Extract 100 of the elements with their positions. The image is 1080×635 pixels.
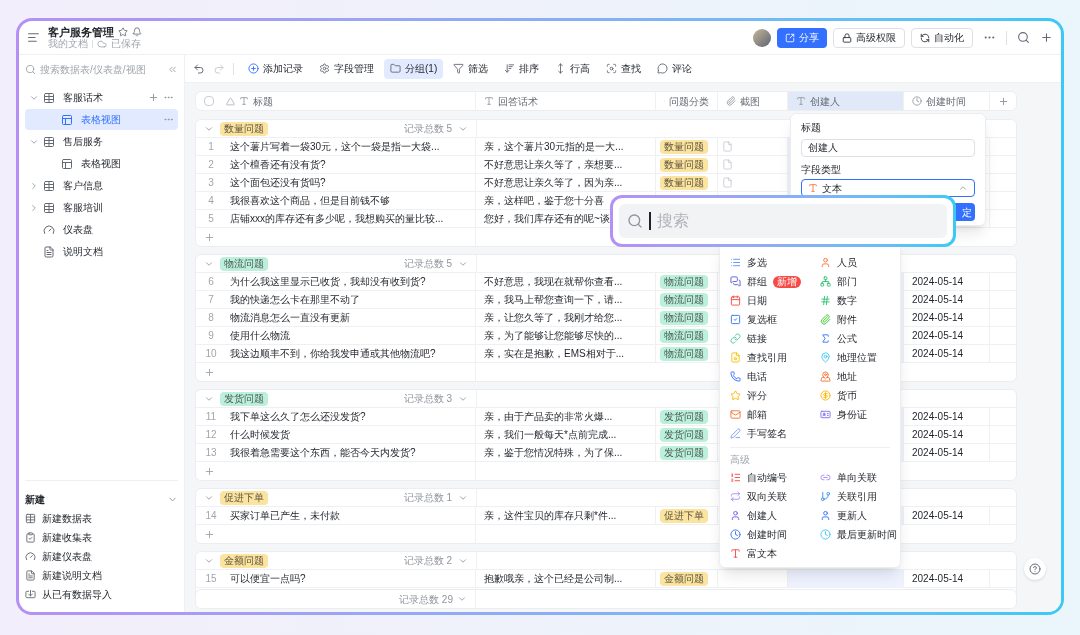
menu-item[interactable]: 地理位置 xyxy=(820,348,900,367)
toolbar-button[interactable]: 行高 xyxy=(549,58,597,79)
star-icon[interactable] xyxy=(118,26,128,37)
hash-icon xyxy=(820,295,831,306)
sidebar-item[interactable]: 从已有数据导入 xyxy=(42,587,112,602)
menu-icon[interactable] xyxy=(27,31,40,44)
menu-item[interactable]: 复选框 xyxy=(730,310,812,329)
title-input[interactable]: 创建人 xyxy=(801,139,975,157)
sidebar-item[interactable]: 客服话术 xyxy=(25,87,178,108)
redo-icon[interactable] xyxy=(213,62,225,75)
table-cell-text: 什么时候发货 xyxy=(229,428,290,442)
automation-button[interactable]: 自动化 xyxy=(911,27,973,48)
search-field[interactable]: 搜索 xyxy=(619,204,947,238)
sidebar-item[interactable]: 表格视图 xyxy=(25,153,178,174)
menu-item[interactable]: 单向关联 xyxy=(820,468,900,487)
category-tag: 数量问题 xyxy=(660,175,708,190)
menu-item[interactable]: 创建人 xyxy=(730,506,812,525)
menu-item[interactable]: 查找引用 xyxy=(730,348,812,367)
menu-item[interactable]: 货币 xyxy=(820,386,900,405)
triangle-icon xyxy=(226,96,235,106)
sidebar-item[interactable]: 说明文档 xyxy=(25,241,178,262)
column-header[interactable]: 回答话术 xyxy=(476,92,656,110)
add-row-icon[interactable] xyxy=(204,528,215,540)
column-header[interactable]: 创建人 xyxy=(788,92,904,110)
add-row-icon[interactable] xyxy=(204,366,215,378)
chevron-down-icon[interactable] xyxy=(457,594,467,604)
menu-item[interactable]: 关联引用 xyxy=(820,487,900,506)
menu-item[interactable]: 手写签名 xyxy=(730,424,812,443)
undo-icon[interactable] xyxy=(193,62,205,75)
text-icon xyxy=(808,183,818,193)
sidebar-item[interactable]: 客户信息 xyxy=(25,175,178,196)
menu-item[interactable]: 多选 xyxy=(730,253,812,272)
add-row-icon[interactable] xyxy=(204,231,215,243)
table-cell-text: 亲，实在是抱歉，EMS相对于... xyxy=(484,347,624,361)
org-chart-icon xyxy=(820,276,831,287)
permissions-button[interactable]: 高级权限 xyxy=(833,27,905,48)
menu-item[interactable]: 身份证 xyxy=(820,405,900,424)
menu-item[interactable]: 人员 xyxy=(820,253,900,272)
add-icon[interactable] xyxy=(148,92,159,103)
menu-item[interactable]: 富文本 xyxy=(730,544,812,563)
menu-item[interactable]: 链接 xyxy=(730,329,812,348)
menu-item[interactable]: 最后更新时间 xyxy=(820,525,900,544)
toolbar-button[interactable]: 评论 xyxy=(651,58,699,79)
add-column-icon[interactable] xyxy=(997,95,1009,107)
menu-item[interactable]: 部门 xyxy=(820,272,900,291)
column-header[interactable]: 标题 xyxy=(196,92,476,110)
column-header[interactable]: 创建时间 xyxy=(904,92,990,110)
sidebar-item[interactable]: 新建数据表 xyxy=(42,511,92,526)
menu-item[interactable]: 群组 新增 xyxy=(730,272,812,291)
row-number: 6 xyxy=(207,275,215,289)
search-icon xyxy=(606,63,618,74)
menu-item[interactable]: 自动编号 xyxy=(730,468,812,487)
category-tag: 物流问题 xyxy=(660,346,708,361)
row-number: 11 xyxy=(204,410,218,424)
document-location: 我的文档 xyxy=(48,37,88,50)
table-cell-text: 物流消息怎么一直没有更新 xyxy=(229,311,350,325)
sidebar-item[interactable]: 售后服务 xyxy=(25,131,178,152)
menu-item[interactable]: 公式 xyxy=(820,329,900,348)
toolbar-button[interactable]: 分组(1) xyxy=(384,58,444,79)
sidebar-item[interactable]: 客服培训 xyxy=(25,197,178,218)
sidebar-search-field[interactable]: 搜索数据表/仪表盘/视图 xyxy=(40,61,162,77)
avatar[interactable] xyxy=(753,28,771,47)
toolbar-button[interactable]: 筛选 xyxy=(447,58,495,79)
menu-item[interactable]: 日期 xyxy=(730,291,812,310)
menu-item[interactable]: 附件 xyxy=(820,310,900,329)
menu-item[interactable]: 地址 xyxy=(820,367,900,386)
paperclip-icon xyxy=(726,96,736,106)
category-tag: 发货问题 xyxy=(660,427,708,442)
branch-icon xyxy=(820,491,831,502)
toolbar-button[interactable]: 排序 xyxy=(498,58,546,79)
bell-icon[interactable] xyxy=(132,26,142,37)
toolbar-button[interactable]: 查找 xyxy=(600,58,648,79)
add-icon[interactable] xyxy=(1040,31,1053,44)
sidebar-item[interactable]: 新建收集表 xyxy=(42,530,92,545)
toolbar-button[interactable]: 字段管理 xyxy=(313,58,380,79)
share-button[interactable]: 分享 xyxy=(777,27,827,48)
search-icon[interactable] xyxy=(1017,31,1030,44)
sidebar-item[interactable]: 新建说明文档 xyxy=(42,568,102,583)
sidebar-item[interactable]: 仪表盘 xyxy=(25,219,178,240)
table-cell-text: 2024-05-14 xyxy=(912,410,964,424)
add-row-icon[interactable] xyxy=(204,465,215,477)
menu-item[interactable]: 电话 xyxy=(730,367,812,386)
row-number: 7 xyxy=(207,293,215,307)
toolbar-button[interactable]: 添加记录 xyxy=(242,58,309,79)
menu-item[interactable]: 更新人 xyxy=(820,506,900,525)
column-header[interactable]: 问题分类 xyxy=(656,92,718,110)
category-tag: 数量问题 xyxy=(660,139,708,154)
menu-item[interactable]: 评分 xyxy=(730,386,812,405)
menu-item[interactable]: 数字 xyxy=(820,291,900,310)
menu-item[interactable]: 双向关联 xyxy=(730,487,812,506)
sidebar-item[interactable]: 新建仪表盘 xyxy=(42,549,92,564)
menu-item[interactable]: 邮箱 xyxy=(730,405,812,424)
sidebar-item[interactable]: 表格视图 xyxy=(25,109,178,130)
row-number: 14 xyxy=(204,509,218,523)
link-icon xyxy=(730,333,741,344)
checkbox[interactable] xyxy=(204,96,214,106)
row-number: 8 xyxy=(207,311,215,325)
menu-item[interactable]: 创建时间 xyxy=(730,525,812,544)
group-tag: 发货问题 xyxy=(220,391,268,406)
new-section-header[interactable]: 新建 xyxy=(25,489,178,509)
